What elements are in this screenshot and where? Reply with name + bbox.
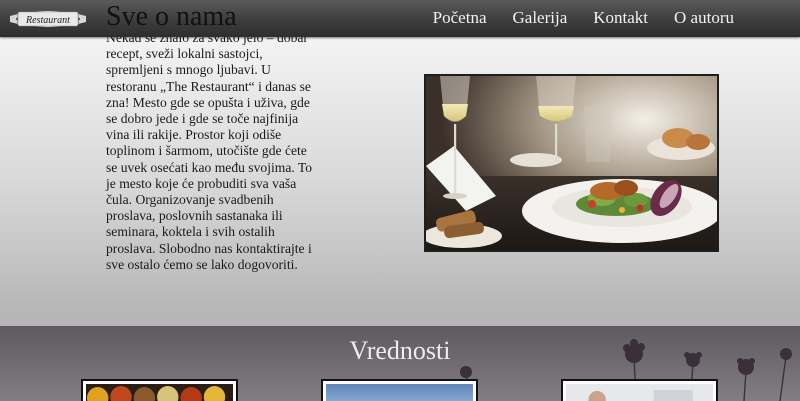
about-paragraph: Nekad se znalo za svako jelo – dobar rec… — [106, 30, 313, 272]
value-card-sky[interactable] — [321, 379, 478, 401]
restaurant-table-photo — [424, 74, 719, 252]
values-section: Vrednosti — [0, 326, 800, 401]
main-nav: Početna Galerija Kontakt O autoru — [433, 0, 800, 37]
restaurant-logo[interactable]: Restaurant — [8, 6, 88, 32]
logo-text: Restaurant — [25, 15, 70, 26]
page-title: Sve o nama — [106, 1, 237, 32]
nav-link-kontakt[interactable]: Kontakt — [593, 0, 648, 37]
nav-link-galerija[interactable]: Galerija — [513, 0, 568, 37]
sky-image — [326, 384, 473, 401]
values-heading: Vrednosti — [349, 336, 451, 365]
people-image — [566, 384, 713, 401]
nav-link-pocetna[interactable]: Početna — [433, 0, 487, 37]
nav-link-o-autoru[interactable]: O autoru — [674, 0, 734, 37]
value-card-spices[interactable] — [81, 379, 238, 401]
value-card-people[interactable] — [561, 379, 718, 401]
spices-image — [86, 384, 233, 401]
